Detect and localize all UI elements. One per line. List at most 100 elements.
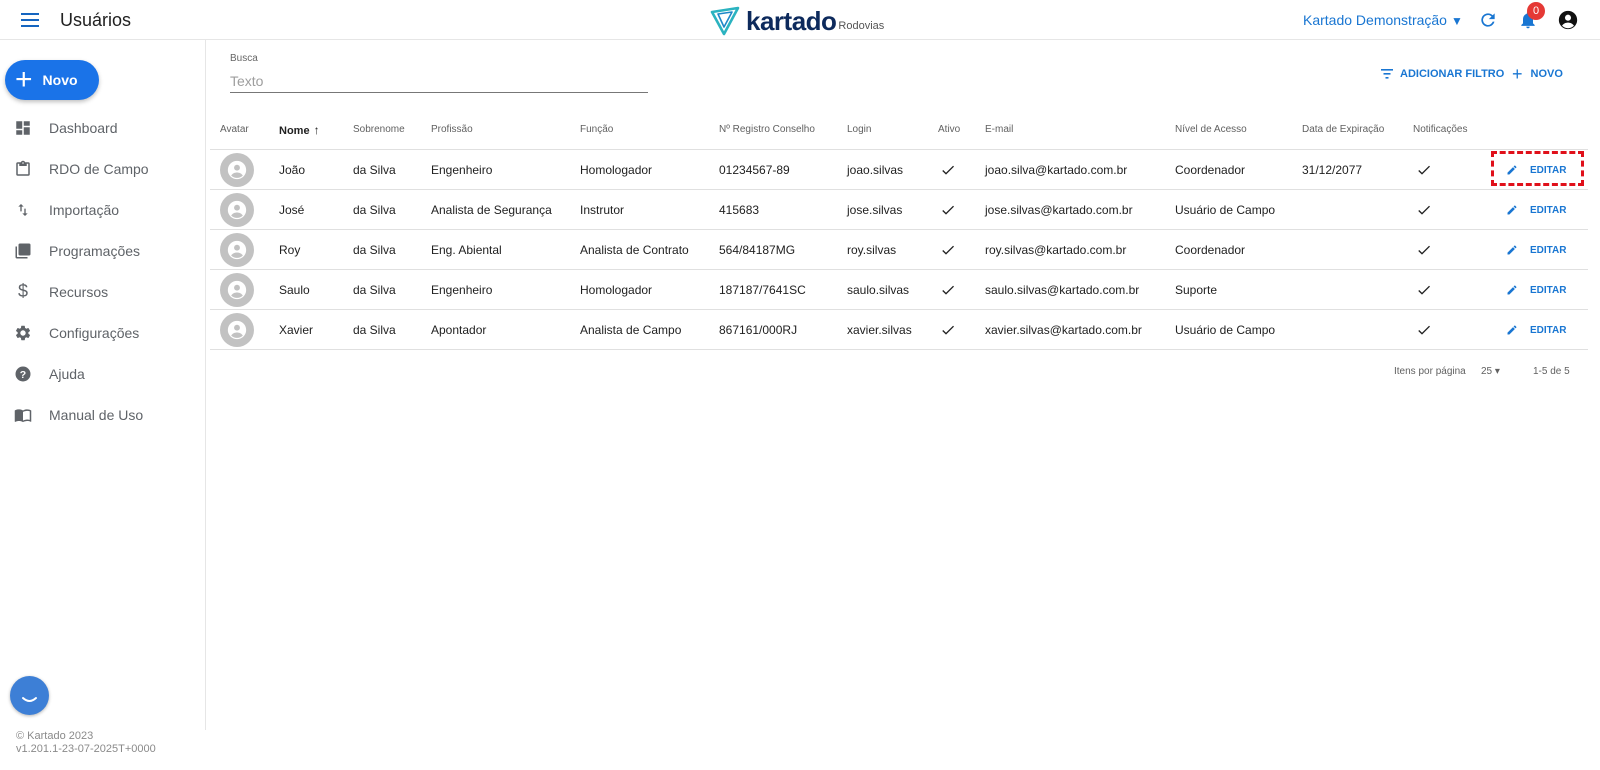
sidebar-item-importacao[interactable]: Importação — [0, 189, 205, 230]
cell-email: jose.silvas@kartado.com.br — [985, 203, 1133, 217]
chat-bubble-icon[interactable] — [10, 676, 49, 715]
cell-nivel-acesso: Usuário de Campo — [1175, 203, 1276, 217]
cell-funcao: Homologador — [580, 163, 653, 177]
edit-button[interactable]: EDITAR — [1506, 282, 1566, 298]
account-circle-icon[interactable] — [1557, 9, 1579, 31]
sidebar-item-dashboard[interactable]: Dashboard — [0, 107, 205, 148]
avatar-icon — [220, 313, 254, 347]
table-row[interactable]: Roy da Silva Eng. Abiental Analista de Cont… — [210, 230, 1588, 270]
cell-login: saulo.silvas — [847, 283, 910, 297]
cell-email: xavier.silvas@kartado.com.br — [985, 323, 1142, 337]
gear-icon — [13, 323, 33, 343]
hamburger-menu-icon[interactable] — [21, 13, 39, 27]
edit-button[interactable]: EDITAR — [1506, 162, 1566, 178]
add-filter-button[interactable]: ADICIONAR FILTRO — [1381, 66, 1504, 82]
cell-registro: 187187/7641SC — [719, 283, 806, 297]
cell-nivel-acesso: Suporte — [1175, 283, 1218, 297]
help-circle-icon: ? — [13, 364, 33, 384]
sidebar-item-label: Recursos — [49, 283, 109, 300]
pagination-range: 1-5 de 5 — [1533, 366, 1570, 377]
cell-login: xavier.silvas — [847, 323, 912, 337]
cell-sobrenome: da Silva — [353, 323, 396, 337]
column-header-sobrenome[interactable]: Sobrenome — [353, 110, 405, 150]
clipboard-icon — [13, 159, 33, 179]
kartado-logo[interactable]: kartado Rodovias — [710, 4, 884, 36]
column-header-email[interactable]: E-mail — [985, 110, 1013, 150]
edit-button-label: EDITAR — [1530, 244, 1567, 256]
active-check-icon — [940, 322, 956, 343]
sidebar-item-recursos[interactable]: $ Recursos — [0, 271, 205, 312]
users-table: Avatar Nome ↑ Sobrenome Profissão Função … — [210, 110, 1588, 350]
dashboard-icon — [13, 118, 33, 138]
pencil-icon — [1506, 204, 1524, 216]
active-check-icon — [940, 282, 956, 303]
new-button-label: Novo — [42, 72, 78, 88]
column-header-nome[interactable]: Nome ↑ — [279, 110, 320, 150]
cell-sobrenome: da Silva — [353, 243, 396, 257]
notification-badge: 0 — [1527, 2, 1545, 20]
cell-nome: Saulo — [279, 283, 310, 297]
copyright-text: © Kartado 2023 — [16, 730, 94, 742]
table-row[interactable]: Saulo da Silva Engenheiro Homologador 187187… — [210, 270, 1588, 310]
page-title: Usuários — [60, 10, 132, 30]
cell-profissao: Engenheiro — [431, 283, 493, 297]
cell-nome: José — [279, 203, 305, 217]
cell-profissao: Eng. Abiental — [431, 243, 502, 257]
items-per-page-select[interactable]: 25 ▾ — [1481, 366, 1500, 377]
column-header-profissao[interactable]: Profissão — [431, 110, 473, 150]
cell-login: roy.silvas — [847, 243, 897, 257]
refresh-icon[interactable] — [1478, 10, 1498, 30]
library-books-icon — [13, 241, 33, 261]
cell-email: roy.silvas@kartado.com.br — [985, 243, 1127, 257]
items-per-page-value: 25 — [1481, 366, 1493, 377]
sidebar-item-label: Manual de Uso — [49, 406, 144, 423]
edit-button[interactable]: EDITAR — [1506, 322, 1566, 338]
sidebar-item-rdo-de-campo[interactable]: RDO de Campo — [0, 148, 205, 189]
avatar-icon — [220, 193, 254, 227]
column-header-nivel-acesso[interactable]: Nível de Acesso — [1175, 110, 1247, 150]
column-header-login[interactable]: Login — [847, 110, 871, 150]
sidebar-item-label: RDO de Campo — [49, 160, 149, 177]
sidebar-item-configuracoes[interactable]: Configurações — [0, 312, 205, 353]
pencil-icon — [1506, 284, 1524, 296]
plus-icon: + — [15, 63, 33, 96]
column-header-ativo[interactable]: Ativo — [938, 110, 960, 150]
add-filter-label: ADICIONAR FILTRO — [1400, 68, 1505, 80]
cell-profissao: Apontador — [431, 323, 487, 337]
new-record-button[interactable]: + NOVO — [1512, 65, 1563, 83]
cell-profissao: Analista de Segurança — [431, 203, 552, 217]
book-icon — [13, 405, 33, 425]
cell-funcao: Homologador — [580, 283, 653, 297]
edit-button[interactable]: EDITAR — [1506, 202, 1566, 218]
sidebar-item-label: Programações — [49, 242, 141, 259]
notifications-check-icon — [1416, 282, 1432, 303]
avatar-icon — [220, 153, 254, 187]
cell-funcao: Analista de Contrato — [580, 243, 689, 257]
cell-email: saulo.silvas@kartado.com.br — [985, 283, 1140, 297]
logo-wordmark: kartado — [746, 6, 837, 36]
sidebar-item-manual-de-uso[interactable]: Manual de Uso — [0, 394, 205, 435]
table-row[interactable]: Xavier da Silva Apontador Analista de Campo… — [210, 310, 1588, 350]
table-header: Avatar Nome ↑ Sobrenome Profissão Função … — [210, 110, 1588, 150]
cell-data-expiracao: 31/12/2077 — [1302, 163, 1363, 177]
kartado-logo-mark-icon — [710, 6, 740, 36]
notifications-check-icon — [1416, 242, 1432, 263]
sidebar-nav: Dashboard RDO de Campo Importação Progra… — [0, 107, 205, 435]
column-header-funcao[interactable]: Função — [580, 110, 613, 150]
logo-subtitle: Rodovias — [838, 20, 885, 32]
edit-button[interactable]: EDITAR — [1506, 242, 1566, 258]
table-row[interactable]: João da Silva Engenheiro Homologador 0123456… — [210, 150, 1588, 190]
search-input[interactable] — [230, 70, 648, 93]
company-selector[interactable]: Kartado Demonstração ▼ — [1303, 12, 1463, 28]
new-record-label: NOVO — [1530, 68, 1563, 80]
sidebar-item-programacoes[interactable]: Programações — [0, 230, 205, 271]
column-header-data-expiracao[interactable]: Data de Expiração — [1302, 110, 1384, 150]
table-row[interactable]: José da Silva Analista de Segurança Instrut… — [210, 190, 1588, 230]
new-button[interactable]: + Novo — [5, 60, 99, 100]
column-header-notificacoes[interactable]: Notificações — [1413, 110, 1467, 150]
pencil-icon — [1506, 324, 1524, 336]
column-header-registro[interactable]: Nº Registro Conselho — [719, 110, 815, 150]
edit-button-label: EDITAR — [1530, 284, 1567, 296]
sidebar-item-ajuda[interactable]: ? Ajuda — [0, 353, 205, 394]
dollar-icon: $ — [17, 281, 28, 301]
